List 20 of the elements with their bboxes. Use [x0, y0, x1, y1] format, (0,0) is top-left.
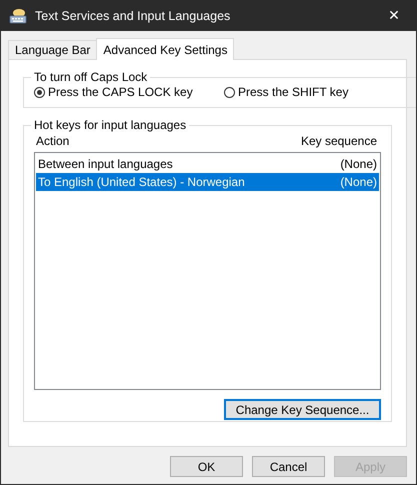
radio-option[interactable]: Press the CAPS LOCK key	[34, 85, 224, 99]
keyboard-icon	[9, 8, 27, 24]
close-button[interactable]: ✕	[372, 1, 416, 31]
group-title: Hot keys for input languages	[33, 118, 188, 132]
key-sequence-text: (None)	[340, 157, 377, 171]
column-header: Action	[36, 134, 70, 150]
radio-option[interactable]: Press the SHIFT key	[224, 85, 414, 99]
list-row[interactable]: Between input languages (None)	[36, 155, 379, 173]
action-text: To English (United States) - Norwegian	[38, 175, 245, 189]
change-key-sequence-button[interactable]: Change Key Sequence...	[224, 399, 381, 420]
column-header: Key sequence	[300, 134, 377, 150]
dialog-button[interactable]: Cancel	[252, 456, 325, 477]
action-text: Between input languages	[38, 157, 173, 171]
tab[interactable]: Advanced Key Settings	[96, 38, 234, 60]
tab[interactable]: Language Bar	[8, 40, 98, 59]
list-row[interactable]: To English (United States) - Norwegian (None)	[36, 173, 379, 191]
key-sequence-text: (None)	[340, 175, 377, 189]
dialog-button[interactable]: OK	[170, 456, 243, 477]
group-title: To turn off Caps Lock	[33, 70, 148, 84]
window-title: Text Services and Input Languages	[35, 9, 232, 23]
